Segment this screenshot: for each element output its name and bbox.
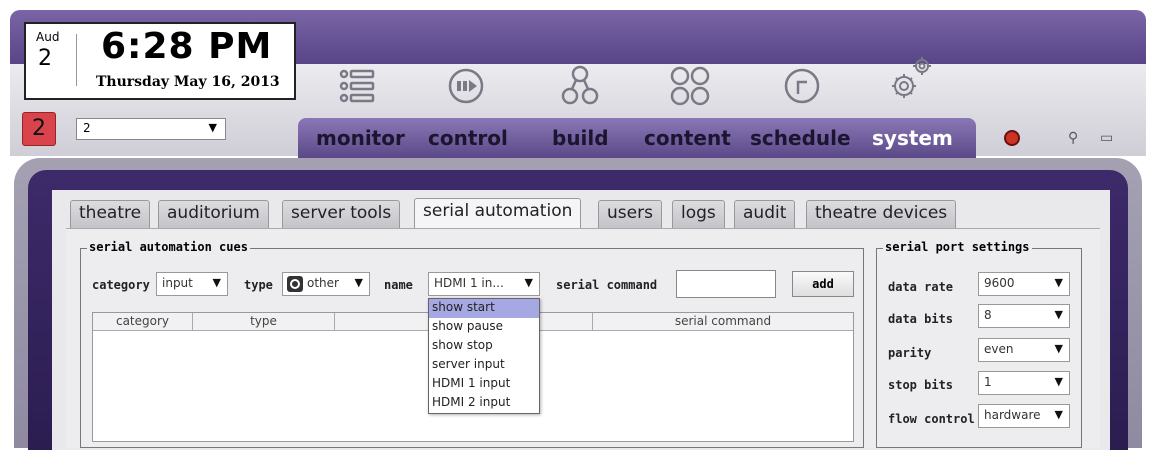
- chevron-down-icon: ▼: [1054, 276, 1063, 289]
- subtab-logs[interactable]: logs: [672, 200, 725, 228]
- stop-bits-select[interactable]: 1 ▼: [978, 371, 1070, 395]
- subtab-audit[interactable]: audit: [734, 200, 796, 228]
- clock-month: Aud: [36, 30, 60, 44]
- tab-monitor[interactable]: monitor: [316, 126, 405, 150]
- dropdown-option[interactable]: show pause: [429, 318, 539, 337]
- serial-command-input[interactable]: [676, 270, 776, 298]
- build-icon[interactable]: [556, 62, 604, 110]
- tab-build[interactable]: build: [552, 126, 609, 150]
- parity-select[interactable]: even ▼: [978, 338, 1070, 362]
- chevron-down-icon: ▼: [1054, 408, 1063, 421]
- network-icon[interactable]: ▭: [1100, 130, 1113, 146]
- subtab-server-tools[interactable]: server tools: [282, 200, 401, 228]
- chevron-down-icon: ▼: [208, 121, 217, 134]
- flow-control-value: hardware: [984, 408, 1041, 422]
- play-circle-icon[interactable]: [442, 62, 490, 110]
- clock-divider: [76, 34, 77, 86]
- data-rate-value: 9600: [984, 276, 1015, 290]
- dropdown-option[interactable]: HDMI 1 input: [429, 375, 539, 394]
- subtab-auditorium[interactable]: auditorium: [158, 200, 269, 228]
- flow-control-select[interactable]: hardware ▼: [978, 404, 1070, 428]
- data-bits-value: 8: [984, 308, 992, 322]
- name-value: HDMI 1 in...: [434, 276, 504, 290]
- tab-control[interactable]: control: [428, 126, 508, 150]
- tab-schedule[interactable]: schedule: [750, 126, 851, 150]
- name-label: name: [384, 278, 413, 292]
- category-label: category: [92, 278, 150, 292]
- type-value: other: [307, 276, 339, 290]
- type-select[interactable]: other ▼: [282, 272, 370, 296]
- subtab-theatre-devices[interactable]: theatre devices: [806, 200, 957, 228]
- subtab-users[interactable]: users: [598, 200, 662, 228]
- chevron-down-icon: ▼: [524, 276, 533, 289]
- column-header-category[interactable]: category: [93, 313, 193, 331]
- subtab-theatre[interactable]: theatre: [70, 200, 151, 228]
- clock-day: 2: [38, 46, 52, 71]
- tab-content[interactable]: content: [644, 126, 731, 150]
- other-type-icon: [287, 276, 303, 292]
- cues-legend: serial automation cues: [87, 240, 250, 254]
- list-icon[interactable]: [334, 62, 382, 110]
- dropdown-option[interactable]: HDMI 2 input: [429, 394, 539, 413]
- type-label: type: [244, 278, 273, 292]
- stop-bits-value: 1: [984, 375, 992, 389]
- parity-value: even: [984, 342, 1014, 356]
- alert-indicator-icon[interactable]: [1004, 130, 1020, 146]
- clock-date: Thursday May 16, 2013: [96, 74, 280, 90]
- dropdown-option[interactable]: server input: [429, 356, 539, 375]
- chevron-down-icon: ▼: [1054, 375, 1063, 388]
- dropdown-option[interactable]: show start: [429, 299, 539, 318]
- gear-icon[interactable]: [886, 54, 934, 102]
- room-badge[interactable]: 2: [22, 112, 56, 146]
- category-select[interactable]: input ▼: [156, 272, 228, 296]
- data-rate-select[interactable]: 9600 ▼: [978, 272, 1070, 296]
- add-button[interactable]: add: [792, 271, 854, 297]
- data-bits-select[interactable]: 8 ▼: [978, 304, 1070, 328]
- name-select[interactable]: HDMI 1 in... ▼: [428, 272, 540, 296]
- room-select[interactable]: 2 ▼: [76, 118, 226, 140]
- parity-label: parity: [888, 346, 932, 360]
- data-bits-label: data bits: [888, 312, 954, 326]
- subtab-serial-automation[interactable]: serial automation: [414, 198, 582, 230]
- clock-time: 6:28 PM: [101, 26, 273, 67]
- tab-system[interactable]: system: [872, 126, 953, 150]
- content-icon[interactable]: [666, 62, 714, 110]
- flow-control-label: flow control: [888, 412, 975, 426]
- chevron-down-icon: ▼: [354, 276, 363, 289]
- serial-command-label: serial command: [556, 278, 658, 292]
- column-header-type[interactable]: type: [193, 313, 335, 331]
- stop-bits-label: stop bits: [888, 378, 954, 392]
- room-select-value: 2: [83, 121, 91, 135]
- usb-icon[interactable]: ⚲: [1068, 130, 1078, 146]
- chevron-down-icon: ▼: [1054, 342, 1063, 355]
- category-value: input: [162, 276, 193, 290]
- chevron-down-icon: ▼: [212, 276, 221, 289]
- chevron-down-icon: ▼: [1054, 308, 1063, 321]
- dropdown-option[interactable]: show stop: [429, 337, 539, 356]
- main-nav: monitor control build content schedule s…: [298, 118, 976, 158]
- column-header-serial-command[interactable]: serial command: [593, 313, 853, 331]
- clock-widget: Aud 2 6:28 PM Thursday May 16, 2013: [24, 22, 296, 100]
- data-rate-label: data rate: [888, 280, 954, 294]
- name-dropdown-list[interactable]: show start show pause show stop server i…: [428, 298, 540, 414]
- schedule-icon[interactable]: [778, 62, 826, 110]
- port-settings-legend: serial port settings: [883, 240, 1032, 254]
